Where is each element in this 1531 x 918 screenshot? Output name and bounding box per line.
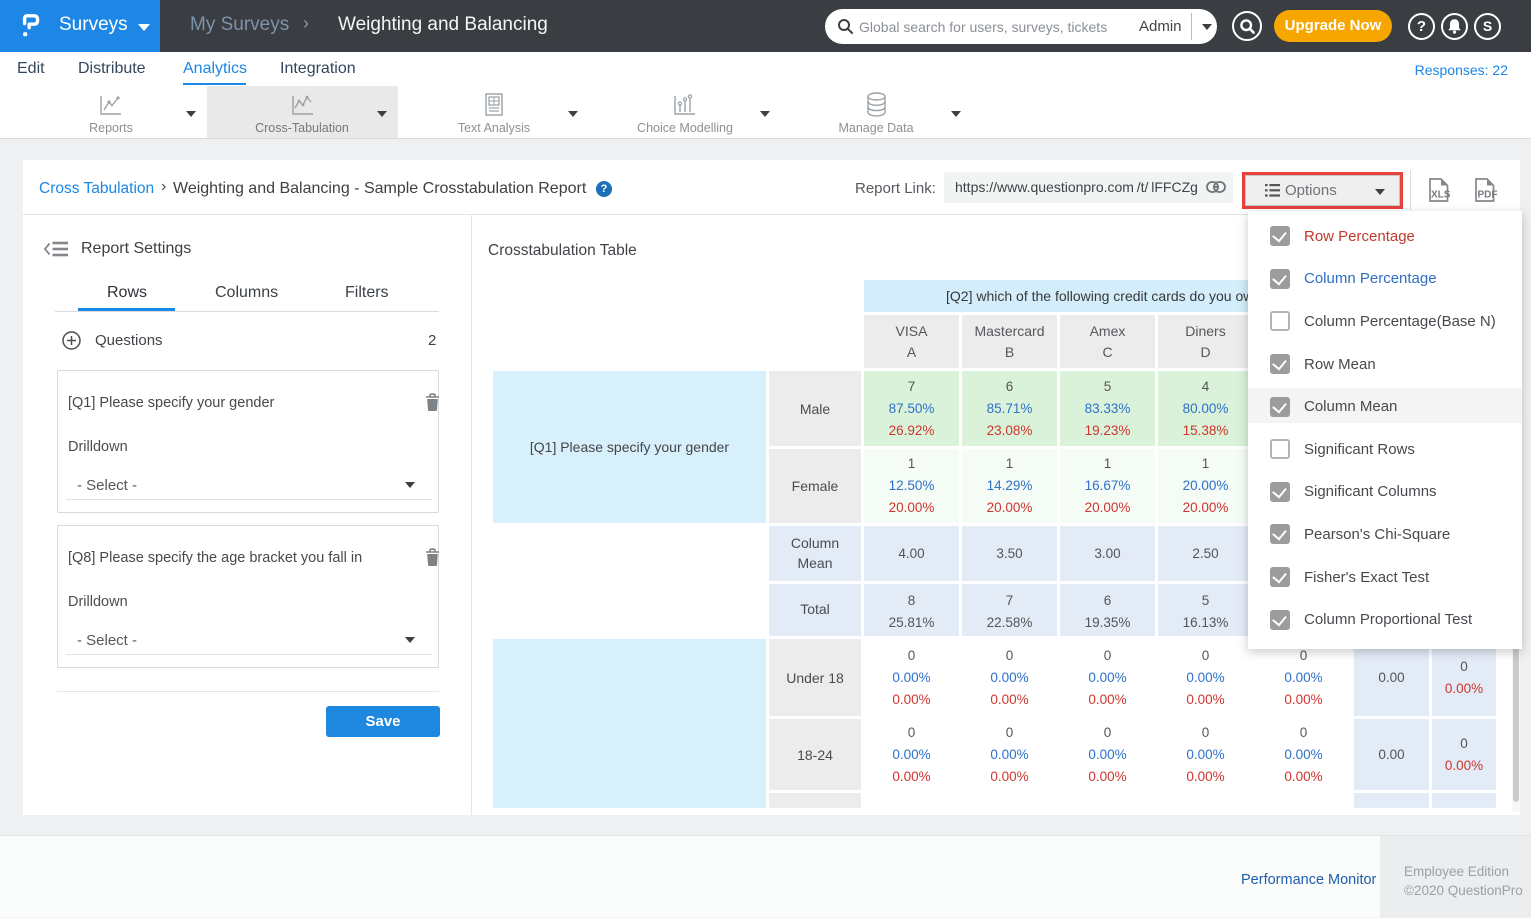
svg-text:XLS: XLS (1431, 190, 1451, 201)
svg-text:PDF: PDF (1478, 190, 1498, 201)
